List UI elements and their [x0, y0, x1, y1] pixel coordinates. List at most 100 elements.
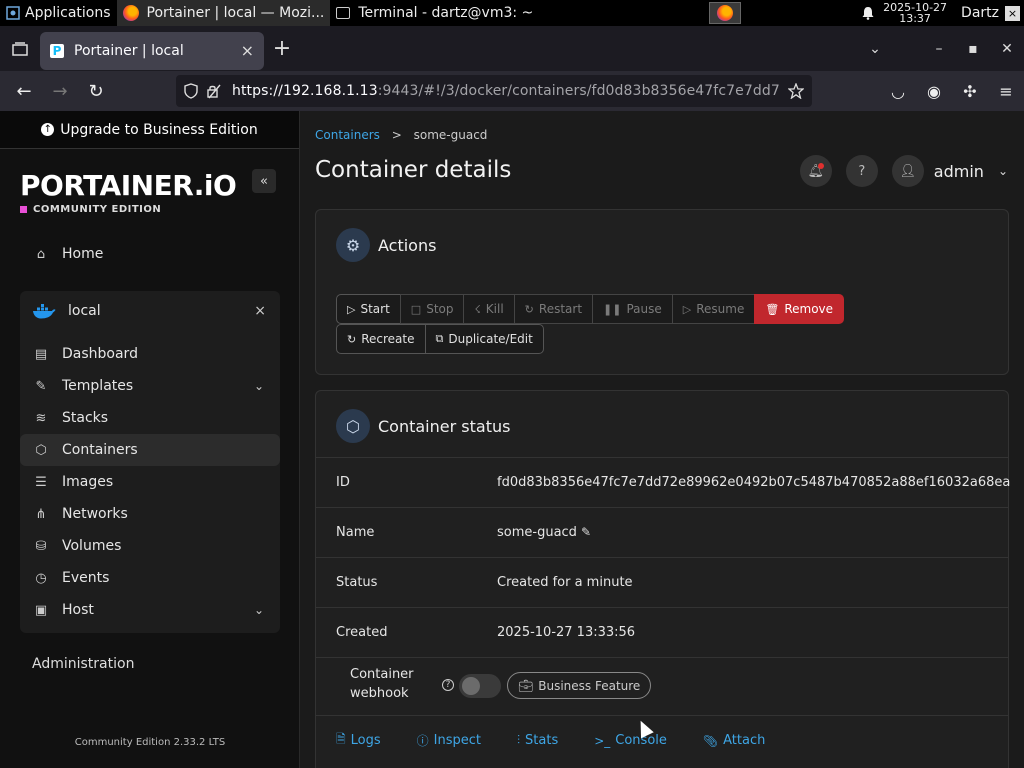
inspect-link[interactable]: ⓘ Inspect — [417, 732, 481, 749]
duplicate-edit-button[interactable]: ⧉ Duplicate/Edit — [424, 324, 544, 354]
sidebar-item-networks[interactable]: ⋔ Networks — [20, 498, 280, 530]
collapse-sidebar-button[interactable]: « — [252, 169, 276, 193]
help-button[interactable]: ? — [845, 155, 878, 187]
console-link[interactable]: >_ Console — [594, 733, 667, 748]
attach-link[interactable]: 📎︎ Attach — [703, 733, 765, 748]
browser-tab-bar: P Portainer | local × + ⌄ – ▪ ✕ — [0, 26, 1024, 71]
environment-header[interactable]: local × — [20, 291, 280, 331]
taskbar-firefox[interactable]: Portainer | local — Mozi... — [116, 0, 331, 26]
sidebar-item-home[interactable]: ⌂ Home — [20, 238, 280, 270]
sidebar-item-dashboard[interactable]: ▤ Dashboard — [20, 338, 280, 370]
stop-button[interactable]: □ Stop — [399, 294, 465, 324]
breadcrumb-containers-link[interactable]: Containers — [315, 128, 380, 142]
upgrade-arrow-icon: ↑ — [41, 123, 55, 136]
tray-firefox-icon[interactable] — [709, 2, 742, 24]
shield-icon[interactable] — [184, 83, 198, 99]
forward-button[interactable]: → — [42, 75, 78, 107]
menu-icon[interactable]: ≡ — [988, 82, 1024, 101]
stats-label: Stats — [525, 733, 559, 748]
environment-name: local — [68, 303, 101, 319]
chevron-down-icon[interactable]: ⌄ — [998, 164, 1008, 178]
tab-close-icon[interactable]: × — [241, 41, 254, 60]
applications-menu[interactable]: Applications — [0, 0, 117, 26]
account-icon[interactable]: ◉ — [916, 82, 952, 101]
taskbar-terminal[interactable]: Terminal - dartz@vm3: ~ — [330, 0, 539, 26]
terminal-icon — [336, 7, 351, 19]
system-tray: 2025-10-27 13:37 Dartz × — [709, 0, 1024, 26]
sidebar-item-containers[interactable]: ⬡ Containers — [20, 434, 280, 466]
window-close-icon[interactable]: ✕ — [990, 41, 1024, 57]
session-close-icon[interactable]: × — [1005, 5, 1020, 21]
clock[interactable]: 2025-10-27 13:37 — [883, 2, 947, 24]
applications-label: Applications — [25, 5, 111, 21]
sidebar-item-host[interactable]: ▣ Host ⌄ — [20, 594, 280, 626]
notifications-button[interactable]: 🔔︎ — [799, 155, 832, 187]
info-icon: ⓘ — [416, 734, 429, 748]
logs-link[interactable]: 🗎︎ Logs — [336, 730, 381, 751]
action-buttons-secondary: ↻ Recreate ⧉ Duplicate/Edit — [336, 324, 544, 354]
extensions-icon[interactable]: ✣ — [952, 82, 988, 101]
back-button[interactable]: ← — [6, 75, 42, 107]
stats-link[interactable]: ⫶ Stats — [517, 733, 558, 748]
sidebar-item-volumes[interactable]: ⛁ Volumes — [20, 530, 280, 562]
sidebar-item-label: Stacks — [62, 410, 109, 426]
logo-subtitle: COMMUNITY EDITION — [20, 204, 236, 215]
actions-heading: Actions — [378, 235, 437, 255]
pocket-icon[interactable]: ◡ — [880, 82, 916, 101]
sidebar-item-label: Host — [62, 602, 94, 618]
chevron-down-icon: ⌄ — [253, 379, 264, 393]
file-text-icon: 🗎︎ — [336, 732, 346, 746]
status-heading: Container status — [378, 416, 511, 436]
session-user[interactable]: Dartz — [961, 5, 999, 21]
pause-button[interactable]: ❚❚ Pause — [592, 294, 673, 324]
row-name: Name some-guacd ✎ — [316, 507, 1008, 557]
tab-list-button[interactable] — [0, 26, 40, 71]
name-value: some-guacd — [497, 525, 577, 540]
kill-button[interactable]: ☇ Kill — [463, 294, 515, 324]
sidebar-item-events[interactable]: ◷ Events — [20, 562, 280, 594]
edit-icon[interactable]: ✎ — [581, 525, 591, 539]
applications-icon — [6, 6, 20, 20]
resume-label: Resume — [696, 302, 745, 316]
upgrade-label: Upgrade to Business Edition — [60, 121, 258, 138]
dashboard-icon: ▤ — [34, 346, 48, 362]
webhook-toggle[interactable] — [459, 674, 501, 698]
webhook-label: Container webhook — [350, 665, 414, 703]
reload-button[interactable]: ↻ — [78, 75, 114, 107]
environment-close-icon[interactable]: × — [254, 303, 266, 319]
user-name[interactable]: admin — [934, 162, 984, 181]
toggle-knob — [462, 677, 480, 695]
url-bar[interactable]: https://192.168.1.13:9443/#!/3/docker/co… — [176, 75, 812, 107]
database-icon: ⛁ — [35, 538, 47, 554]
notification-bell-icon[interactable] — [861, 6, 875, 20]
tab-overflow-chevron-icon[interactable]: ⌄ — [858, 41, 892, 57]
upgrade-banner[interactable]: ↑ Upgrade to Business Edition — [0, 111, 299, 149]
resume-button[interactable]: ▷ Resume — [671, 294, 756, 324]
bookmark-star-icon[interactable] — [788, 83, 804, 99]
copy-icon: ⧉ — [435, 332, 444, 345]
help-icon[interactable]: ? — [442, 679, 454, 691]
url-text: https://192.168.1.13:9443/#!/3/docker/co… — [232, 83, 788, 99]
portainer-logo[interactable]: PORTAINER.iO COMMUNITY EDITION — [20, 169, 237, 215]
new-tab-button[interactable]: + — [264, 36, 300, 61]
actions-card: ⚙ Actions ▷ Start □ Stop ☇ Kill ↻ Restart ❚❚… — [315, 209, 1009, 375]
tab-portainer[interactable]: P Portainer | local × — [40, 31, 264, 70]
start-button[interactable]: ▷ Start — [336, 294, 401, 324]
tab-list-icon — [12, 41, 28, 56]
minimize-icon[interactable]: – — [922, 41, 956, 57]
recreate-button[interactable]: ↻ Recreate — [336, 324, 426, 354]
actions-card-title: ⚙ Actions — [336, 228, 436, 262]
lock-warning-icon[interactable] — [206, 83, 222, 99]
sidebar-item-images[interactable]: ☰ Images — [20, 466, 280, 498]
attach-label: Attach — [723, 733, 766, 748]
stop-icon: □ — [410, 302, 422, 316]
maximize-icon[interactable]: ▪ — [956, 41, 990, 57]
sidebar-item-templates[interactable]: ✎ Templates ⌄ — [20, 370, 280, 402]
sidebar-item-stacks[interactable]: ≋ Stacks — [20, 402, 280, 434]
avatar[interactable]: 👤︎ — [891, 155, 924, 187]
logo-subtitle-text: COMMUNITY EDITION — [33, 204, 162, 215]
restart-button[interactable]: ↻ Restart — [513, 294, 594, 324]
stop-label: Stop — [426, 302, 454, 316]
remove-button[interactable]: 🗑︎ Remove — [754, 294, 845, 324]
firefox-icon — [717, 5, 734, 21]
